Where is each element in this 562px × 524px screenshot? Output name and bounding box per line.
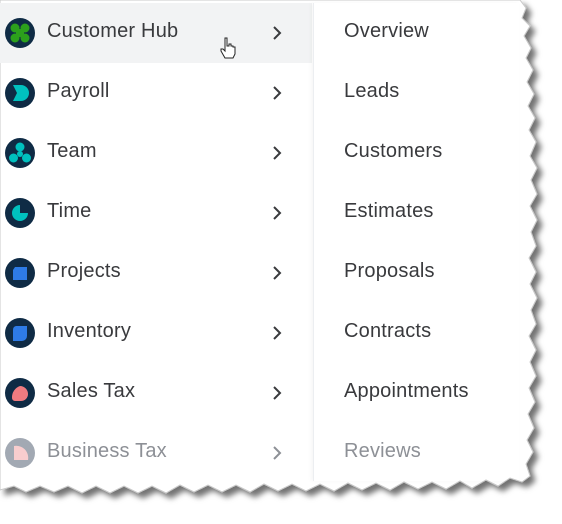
payroll-icon [5,78,35,108]
submenu-item-label: Contracts [344,320,432,342]
menu-item-label: Sales Tax [47,380,136,402]
team-icon [5,138,35,168]
chevron-right-icon [270,25,284,41]
menu-item-label: Time [47,200,92,222]
inventory-icon [5,318,35,348]
left-menu: Customer Hub Payroll Team Time Projects … [0,3,312,483]
menu-item-time[interactable]: Time [0,183,312,243]
submenu-item-proposals[interactable]: Proposals [314,243,519,303]
menu-screenshot: Customer Hub Payroll Team Time Projects … [0,0,562,524]
menu-item-sales-tax[interactable]: Sales Tax [0,363,312,423]
submenu-item-label: Reviews [344,440,421,462]
menu-item-team[interactable]: Team [0,123,312,183]
customer-hub-submenu: Overview Leads Customers Estimates Propo… [313,3,519,481]
time-icon [5,198,35,228]
menu-item-customer-hub[interactable]: Customer Hub [0,3,312,63]
menu-item-label: Business Tax [47,440,167,462]
menu-item-label: Customer Hub [47,20,179,42]
chevron-right-icon [270,265,284,281]
menu-item-label: Payroll [47,80,110,102]
submenu-item-reviews[interactable]: Reviews [314,423,519,483]
submenu-item-contracts[interactable]: Contracts [314,303,519,363]
menu-item-label: Inventory [47,320,132,342]
menu-item-label: Projects [47,260,121,282]
chevron-right-icon [270,85,284,101]
submenu-item-label: Customers [344,140,443,162]
customer-hub-icon [5,18,35,48]
submenu-item-customers[interactable]: Customers [314,123,519,183]
projects-icon [5,258,35,288]
chevron-right-icon [270,385,284,401]
submenu-item-label: Leads [344,80,400,102]
chevron-right-icon [270,445,284,461]
chevron-right-icon [270,205,284,221]
submenu-item-label: Appointments [344,380,469,402]
menu-card: Customer Hub Payroll Team Time Projects … [0,0,536,500]
business-tax-icon [5,438,35,468]
submenu-item-estimates[interactable]: Estimates [314,183,519,243]
submenu-item-label: Proposals [344,260,435,282]
submenu-item-appointments[interactable]: Appointments [314,363,519,423]
sales-tax-icon [5,378,35,408]
menu-item-label: Team [47,140,97,162]
menu-item-payroll[interactable]: Payroll [0,63,312,123]
menu-item-inventory[interactable]: Inventory [0,303,312,363]
submenu-item-label: Estimates [344,200,434,222]
submenu-item-label: Overview [344,20,429,42]
chevron-right-icon [270,325,284,341]
chevron-right-icon [270,145,284,161]
menu-item-business-tax[interactable]: Business Tax [0,423,312,483]
submenu-item-overview[interactable]: Overview [314,3,519,63]
menu-item-projects[interactable]: Projects [0,243,312,303]
submenu-item-leads[interactable]: Leads [314,63,519,123]
hand-cursor-icon [219,37,237,64]
